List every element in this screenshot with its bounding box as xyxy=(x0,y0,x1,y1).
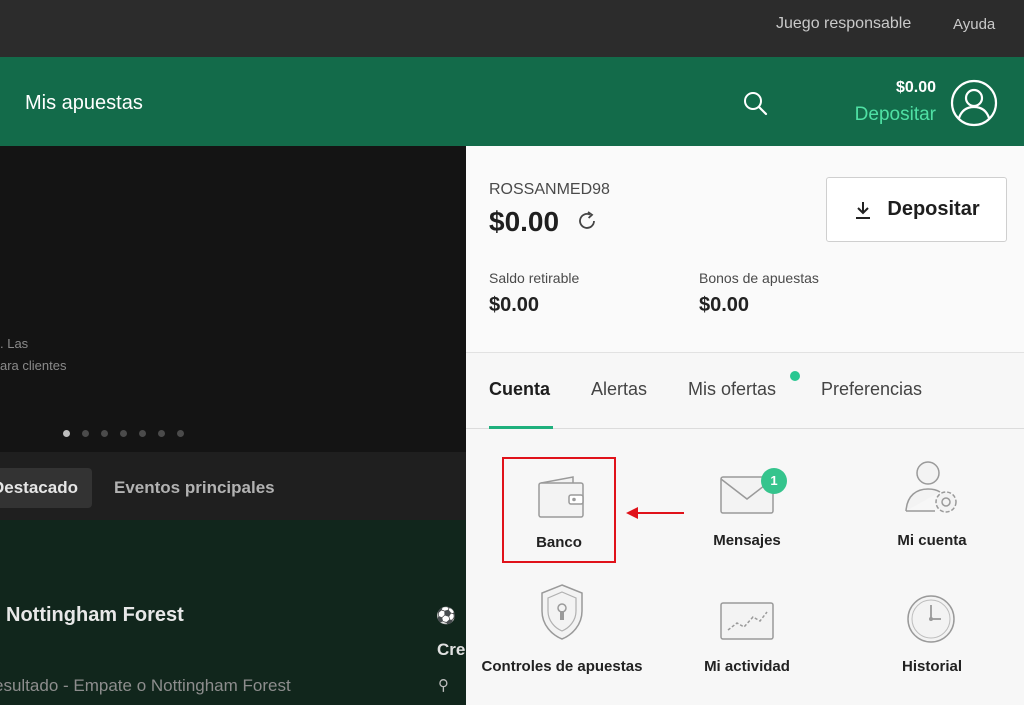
tab-account[interactable]: Cuenta xyxy=(489,379,550,400)
utility-bar: Juego responsable Ayuda xyxy=(0,0,1024,57)
carousel-dot[interactable] xyxy=(63,430,70,437)
location-pin-icon: ⚲ xyxy=(438,677,449,694)
bet-controls-tile[interactable]: Controles de apuestas xyxy=(474,583,650,683)
match-result-market[interactable]: esultado - Empate o Nottingham Forest xyxy=(0,676,291,696)
deposit-button-label: Depositar xyxy=(887,198,980,220)
username: ROSSANMED98 xyxy=(489,181,610,198)
bonus-value: $0.00 xyxy=(699,294,750,316)
account-tabs: Cuenta Alertas Mis ofertas Preferencias xyxy=(466,353,1024,429)
responsible-gaming-link[interactable]: Juego responsable xyxy=(776,15,911,33)
tab-my-offers[interactable]: Mis ofertas xyxy=(688,379,776,400)
messages-tile[interactable]: 1 Mensajes xyxy=(685,457,809,563)
carousel-dot[interactable] xyxy=(120,430,127,437)
carousel-dot[interactable] xyxy=(82,430,89,437)
bank-tile-label: Banco xyxy=(536,534,582,551)
search-icon[interactable] xyxy=(741,89,769,117)
arrow-left-icon xyxy=(626,507,684,519)
withdrawable-label: Saldo retirable xyxy=(489,270,580,286)
match-title[interactable]: Nottingham Forest xyxy=(6,604,184,627)
main-header: Mis apuestas $0.00 Depositar xyxy=(0,57,1024,146)
carousel-dot[interactable] xyxy=(158,430,165,437)
user-avatar-icon[interactable] xyxy=(950,79,998,127)
header-balance: $0.00 xyxy=(895,79,936,96)
carousel-dot[interactable] xyxy=(139,430,146,437)
active-tab-indicator xyxy=(489,426,553,429)
clock-icon xyxy=(907,595,955,643)
tab-alerts[interactable]: Alertas xyxy=(591,379,647,400)
sport-tabs: Destacado Eventos principales xyxy=(0,452,466,520)
tab-featured-label: Destacado xyxy=(0,478,78,497)
wallet-icon xyxy=(538,476,584,518)
history-tile-label: Historial xyxy=(901,658,962,675)
carousel-dots[interactable] xyxy=(63,430,184,437)
new-offers-dot xyxy=(790,371,800,381)
carousel-dot[interactable] xyxy=(101,430,108,437)
download-icon xyxy=(856,201,871,219)
messages-badge: 1 xyxy=(761,468,787,494)
promo-banner[interactable]: . Las ara clientes xyxy=(0,146,466,452)
user-settings-icon xyxy=(905,461,957,513)
my-activity-tile[interactable]: Mi actividad xyxy=(685,583,809,683)
events-section: Nottingham Forest esultado - Empate o No… xyxy=(0,520,466,705)
chart-icon xyxy=(720,602,774,640)
account-summary: ROSSANMED98 $0.00 Depositar Saldo retira… xyxy=(466,146,1024,353)
header-deposit-link[interactable]: Depositar xyxy=(855,104,936,126)
bonus-label: Bonos de apuestas xyxy=(699,270,819,286)
sport-icon: ⚽ xyxy=(436,608,456,625)
my-account-tile[interactable]: Mi cuenta xyxy=(877,457,987,563)
history-tile[interactable]: Historial xyxy=(877,583,987,683)
account-panel: ROSSANMED98 $0.00 Depositar Saldo retira… xyxy=(466,146,1024,705)
tab-preferences[interactable]: Preferencias xyxy=(821,379,922,400)
promo-text-line-2: ara clientes xyxy=(0,358,67,373)
withdrawable-value: $0.00 xyxy=(489,294,540,316)
my-activity-tile-label: Mi actividad xyxy=(704,658,790,675)
refresh-icon[interactable] xyxy=(576,210,598,232)
deposit-button[interactable]: Depositar xyxy=(826,177,1007,242)
messages-tile-label: Mensajes xyxy=(713,532,781,549)
carousel-dot[interactable] xyxy=(177,430,184,437)
bank-tile[interactable]: Banco xyxy=(502,457,616,563)
shield-lock-icon xyxy=(541,584,583,640)
my-account-tile-label: Mi cuenta xyxy=(897,532,967,549)
event-title-partial[interactable]: Cre xyxy=(437,640,465,660)
tab-top-events[interactable]: Eventos principales xyxy=(114,468,275,508)
my-bets-link[interactable]: Mis apuestas xyxy=(25,92,143,115)
total-balance: $0.00 xyxy=(489,206,560,237)
bet-controls-tile-label: Controles de apuestas xyxy=(481,658,643,675)
promo-text-line-1: . Las xyxy=(0,336,29,351)
help-link[interactable]: Ayuda xyxy=(953,16,995,33)
tab-featured[interactable]: Destacado xyxy=(0,468,92,508)
